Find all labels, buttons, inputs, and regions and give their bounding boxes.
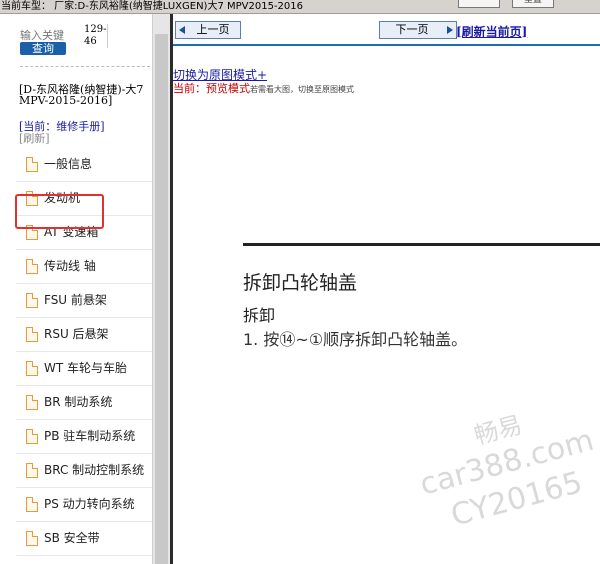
menu-item-front-suspension[interactable]: FSU 前悬架 [16, 284, 152, 318]
refresh-page-link[interactable]: [刷新当前页] [456, 23, 527, 40]
page-count-bottom: 46 [84, 36, 97, 47]
document-icon [26, 157, 38, 172]
sidebar-scrollbar[interactable] [152, 14, 170, 564]
page-navigation: 上一页 下一页 [刷新当前页] [173, 14, 600, 46]
sidebar: 查询 129- 46 [D-东风裕隆(纳智捷)-大7 MPV-2015-2016… [0, 14, 152, 564]
menu-item-label: BRC 制动控制系统 [44, 463, 145, 477]
menu-item-brake-control[interactable]: BRC 制动控制系统 [16, 454, 152, 488]
mode-tip: 若需看大图，切换至原图模式 [250, 85, 354, 94]
search-button[interactable]: 查询 [20, 42, 66, 55]
page-count-top: 129- [84, 24, 107, 35]
menu-item-rear-suspension[interactable]: RSU 后悬架 [16, 318, 152, 352]
document-heading: 拆卸 [243, 306, 276, 325]
menu-item-brake-system[interactable]: BR 制动系统 [16, 386, 152, 420]
menu-item-wheels-tires[interactable]: WT 车轮与车胎 [16, 352, 152, 386]
vehicle-name: [D-东风裕隆(纳智捷)-大7 MPV-2015-2016] [19, 83, 144, 107]
refresh-link[interactable]: [刷新] [19, 133, 50, 145]
menu-item-label: BR 制动系统 [44, 395, 113, 409]
document-icon [26, 293, 38, 308]
next-page-label: 下一页 [395, 23, 429, 36]
top-bar: 当前车型： 厂家:D-东风裕隆(纳智捷LUXGEN)大7 MPV2015-201… [0, 0, 600, 14]
menu-item-power-steering[interactable]: PS 动力转向系统 [16, 488, 152, 522]
menu-item-label: PB 驻车制动系统 [44, 429, 136, 443]
menu-item-label: PS 动力转向系统 [44, 497, 135, 511]
switch-mode-link[interactable]: 切换为原图模式+ [173, 66, 267, 83]
menu-item-seat-belt[interactable]: SB 安全带 [16, 522, 152, 556]
search-input[interactable] [20, 28, 80, 42]
menu-item-label: FSU 前悬架 [44, 293, 107, 307]
prev-page-label: 上一页 [196, 23, 230, 36]
document-icon [26, 463, 38, 478]
document-icon [26, 259, 38, 274]
menu-item-label: SB 安全带 [44, 531, 100, 545]
scrollbar-thumb[interactable] [155, 34, 168, 564]
section-rule [243, 243, 600, 246]
menu-item-label: 一般信息 [44, 157, 93, 171]
prev-page-button[interactable]: 上一页 [175, 21, 241, 39]
content-pane: 上一页 下一页 [刷新当前页] 切换为原图模式+ 当前：预览模式若需看大图，切换… [173, 14, 600, 564]
menu-item-parking-brake[interactable]: PB 驻车制动系统 [16, 420, 152, 454]
current-label: 当前： [173, 82, 206, 95]
next-page-button[interactable]: 下一页 [379, 21, 457, 39]
current-model-text: 当前车型： 厂家:D-东风裕隆(纳智捷LUXGEN)大7 MPV2015-201… [1, 1, 303, 12]
menu-item-label: WT 车轮与车胎 [44, 361, 128, 375]
watermark: 畅易 car388.com CY20165 [388, 387, 600, 546]
reset-button[interactable]: 重置 [512, 0, 554, 8]
menu-item-label: 传动线 轴 [44, 259, 96, 273]
arrow-right-icon [447, 26, 453, 34]
selection-highlight [15, 194, 104, 229]
document-step: 1. 按⑭~①顺序拆卸凸轮轴盖。 [243, 330, 468, 349]
document-icon [26, 327, 38, 342]
document-icon [26, 497, 38, 512]
divider [20, 66, 150, 67]
document-icon [26, 429, 38, 444]
document-title: 拆卸凸轮轴盖 [243, 272, 358, 294]
current-mode-line: 当前：预览模式若需看大图，切换至原图模式 [173, 82, 354, 97]
page-count: 129- 46 [84, 24, 108, 48]
menu-item-general-info[interactable]: 一般信息 [16, 148, 152, 182]
document-icon [26, 395, 38, 410]
document-icon [26, 361, 38, 376]
current-mode: 预览模式 [206, 82, 250, 95]
arrow-left-icon [179, 26, 185, 34]
menu-item-label: RSU 后悬架 [44, 327, 109, 341]
document-icon [26, 531, 38, 546]
menu-item-driveline[interactable]: 传动线 轴 [16, 250, 152, 284]
top-button-left[interactable] [458, 0, 500, 8]
